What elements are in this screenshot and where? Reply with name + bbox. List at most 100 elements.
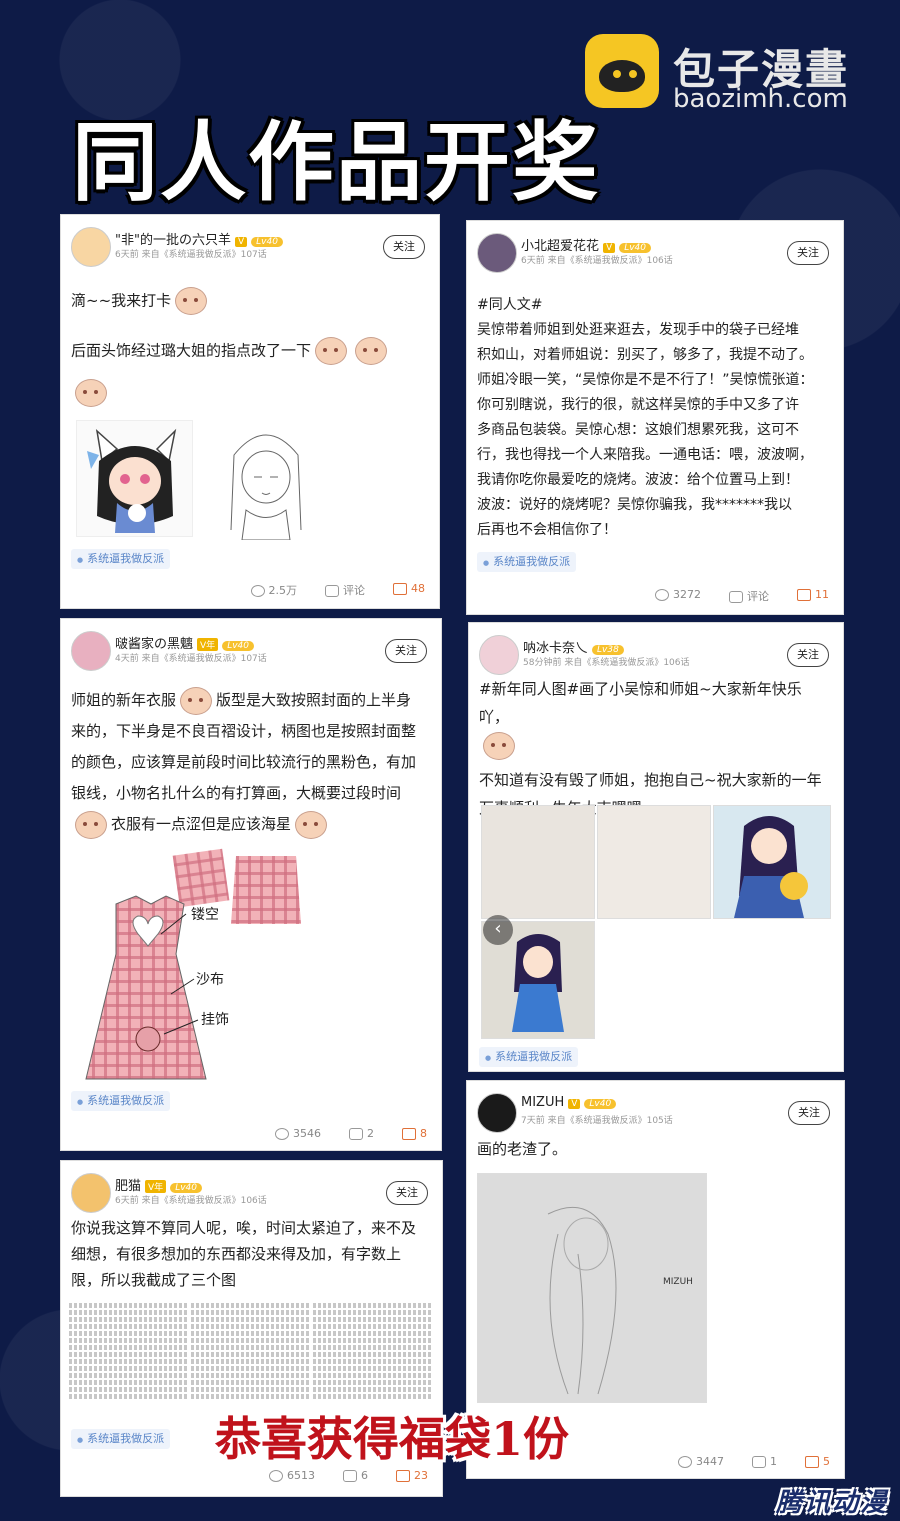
post-line: 滴~~我来打卡 [71, 287, 427, 315]
post-line: 波波：说好的烧烤呢？吴惊你骗我，我*******我以 [477, 497, 792, 513]
topic-tag[interactable]: 系统逼我做反派 [71, 1091, 171, 1111]
post-stats: 2.5万 评论 48 [250, 582, 425, 598]
comment-button[interactable]: 1 [752, 1455, 777, 1468]
avatar[interactable] [71, 631, 111, 671]
like-button[interactable]: 5 [805, 1455, 830, 1468]
like-button[interactable]: 23 [396, 1469, 428, 1482]
post-stats: 3447 1 5 [678, 1455, 830, 1468]
text-screenshot[interactable] [69, 1301, 187, 1419]
post-body: 你说我这算不算同人呢，唉，时间太紧迫了，来不及 细想，有很多想加的东西都没来得及… [71, 1215, 430, 1293]
post-body: #同人文# 吴惊带着师姐到处逛来逛去，发现手中的袋子已经堆 积如山，对着师姐说：… [477, 293, 831, 543]
topic-tag[interactable]: 系统逼我做反派 [71, 1429, 171, 1449]
topic-tag[interactable]: 系统逼我做反派 [477, 552, 577, 572]
post-line: 我请你吃你最爱吃的烧烤。波波：给个位置马上到！ [477, 472, 799, 488]
vip-badge: V年 [197, 638, 219, 651]
username[interactable]: "非"的一批の六只羊 V Lv40 [115, 229, 283, 248]
chevron-left-icon[interactable]: ‹ [483, 915, 513, 945]
eye-icon [269, 1470, 283, 1482]
level-badge: Lv38 [592, 645, 624, 655]
artwork-thumbnail[interactable] [597, 805, 711, 919]
post-line: 限，所以我截成了三个图 [71, 1271, 237, 1289]
level-badge: Lv40 [170, 1183, 202, 1193]
username[interactable]: 啵酱家の黑魑 V年 Lv40 [115, 633, 254, 652]
comment-button[interactable]: 评论 [325, 582, 365, 598]
post-meta: 6天前 来自《系统逼我做反派》106话 [115, 1196, 267, 1206]
post-card-0: "非"的一批の六只羊 V Lv40 6天前 来自《系统逼我做反派》107话 关注 滴… [60, 214, 440, 609]
like-button[interactable]: 48 [393, 582, 425, 598]
comment-icon [752, 1456, 766, 1468]
comment-icon [343, 1470, 357, 1482]
sketch-note: 镂空 [191, 907, 219, 923]
post-stats: 6513 6 23 [269, 1469, 428, 1482]
text-screenshot[interactable] [191, 1301, 309, 1419]
comment-button[interactable]: 2 [349, 1127, 374, 1140]
topic-tag[interactable]: 系统逼我做反派 [71, 549, 171, 569]
follow-button[interactable]: 关注 [787, 241, 829, 265]
watermark: 腾讯动漫 [775, 1488, 888, 1518]
pencil-sketch-photo[interactable]: MIZUH [477, 1173, 707, 1403]
brand-logo: 包子漫畫 baozimh.com [585, 34, 885, 114]
thumbs-up-icon [797, 589, 811, 601]
post-line: 你说我这算不算同人呢，唉，时间太紧迫了，来不及 [71, 1219, 417, 1237]
sketch-note: 沙布 [196, 972, 224, 988]
avatar[interactable] [479, 635, 519, 675]
post-card-1: 小北超爱花花 V Lv40 6天前 来自《系统逼我做反派》106话 关注 #同人文#… [466, 220, 844, 615]
follow-button[interactable]: 关注 [383, 235, 425, 259]
artwork-thumbnail[interactable] [481, 805, 595, 919]
username[interactable]: MIZUH V Lv40 [521, 1095, 617, 1110]
post-line: 后再也不会相信你了！ [477, 522, 617, 538]
username[interactable]: 肥猫 V年 Lv40 [115, 1175, 202, 1194]
avatar[interactable] [71, 1173, 111, 1213]
post-card-3: 呐冰卡奈乀 Lv38 58分钟前 来自《系统逼我做反派》106话 关注 #新年同人… [468, 622, 844, 1072]
post-line: #新年同人图#画了小吴惊和师姐~大家新年快乐吖， [479, 680, 802, 726]
follow-button[interactable]: 关注 [385, 639, 427, 663]
brand-url: baozimh.com [673, 84, 848, 114]
chibi-drawing[interactable] [76, 420, 193, 537]
emoji-icon [75, 810, 107, 839]
post-line: 积如山，对着师姐说：别买了，够多了，我提不动了。 [477, 347, 813, 363]
text-screenshot[interactable] [313, 1301, 431, 1419]
emoji-icon [355, 337, 388, 365]
post-stats: 3272 评论 11 [655, 588, 829, 604]
avatar[interactable] [71, 227, 111, 267]
like-button[interactable]: 8 [402, 1127, 427, 1140]
lineart-drawing[interactable] [206, 415, 326, 540]
post-body: 画的老渣了。 [477, 1137, 832, 1162]
comment-button[interactable]: 6 [343, 1469, 368, 1482]
avatar[interactable] [477, 1093, 517, 1133]
post-line: 来的，下半身是不良百褶设计，柄图也是按照封面整 [71, 722, 417, 740]
vip-badge: V年 [145, 1180, 167, 1193]
post-meta: 6天前 来自《系统逼我做反派》107话 [115, 250, 267, 260]
eye-icon [275, 1128, 289, 1140]
post-card-2: 啵酱家の黑魑 V年 Lv40 4天前 来自《系统逼我做反派》107话 关注 师姐的新… [60, 618, 442, 1151]
like-button[interactable]: 11 [797, 588, 829, 604]
post-line: 师姐冷眼一笑，“吴惊你是不是不行了！”吴惊慌张道： [477, 372, 814, 388]
vip-badge: V [603, 243, 616, 253]
view-count: 3447 [678, 1455, 724, 1468]
post-line: 的颜色，应该算是前段时间比较流行的黑粉色，有加 [71, 753, 417, 771]
emoji-icon [175, 287, 208, 315]
artwork-thumbnail[interactable] [713, 805, 831, 919]
thumbs-up-icon [805, 1456, 819, 1468]
comment-icon [729, 591, 743, 603]
dress-design-drawing[interactable]: 镂空 沙布 挂饰 [76, 844, 326, 1084]
follow-button[interactable]: 关注 [788, 1101, 830, 1125]
sketch-note: 挂饰 [201, 1012, 229, 1028]
topic-tag[interactable]: 系统逼我做反派 [479, 1047, 579, 1067]
vip-badge: V [234, 237, 248, 247]
username[interactable]: 小北超爱花花 V Lv40 [521, 235, 651, 254]
emoji-icon [295, 810, 328, 839]
username[interactable]: 呐冰卡奈乀 Lv38 [523, 637, 624, 656]
avatar[interactable] [477, 233, 517, 273]
bun-eye-left [613, 70, 621, 78]
eye-icon [250, 585, 265, 597]
post-line: #同人文# [477, 297, 543, 313]
post-line: 衣服有一点涩但是应该海星 [71, 809, 429, 840]
follow-button[interactable]: 关注 [386, 1181, 428, 1205]
thumbs-up-icon [393, 583, 407, 595]
eye-icon [655, 589, 669, 601]
follow-button[interactable]: 关注 [787, 643, 829, 667]
comment-button[interactable]: 评论 [729, 588, 769, 604]
emoji-icon [483, 731, 515, 760]
thumbs-up-icon [402, 1128, 416, 1140]
